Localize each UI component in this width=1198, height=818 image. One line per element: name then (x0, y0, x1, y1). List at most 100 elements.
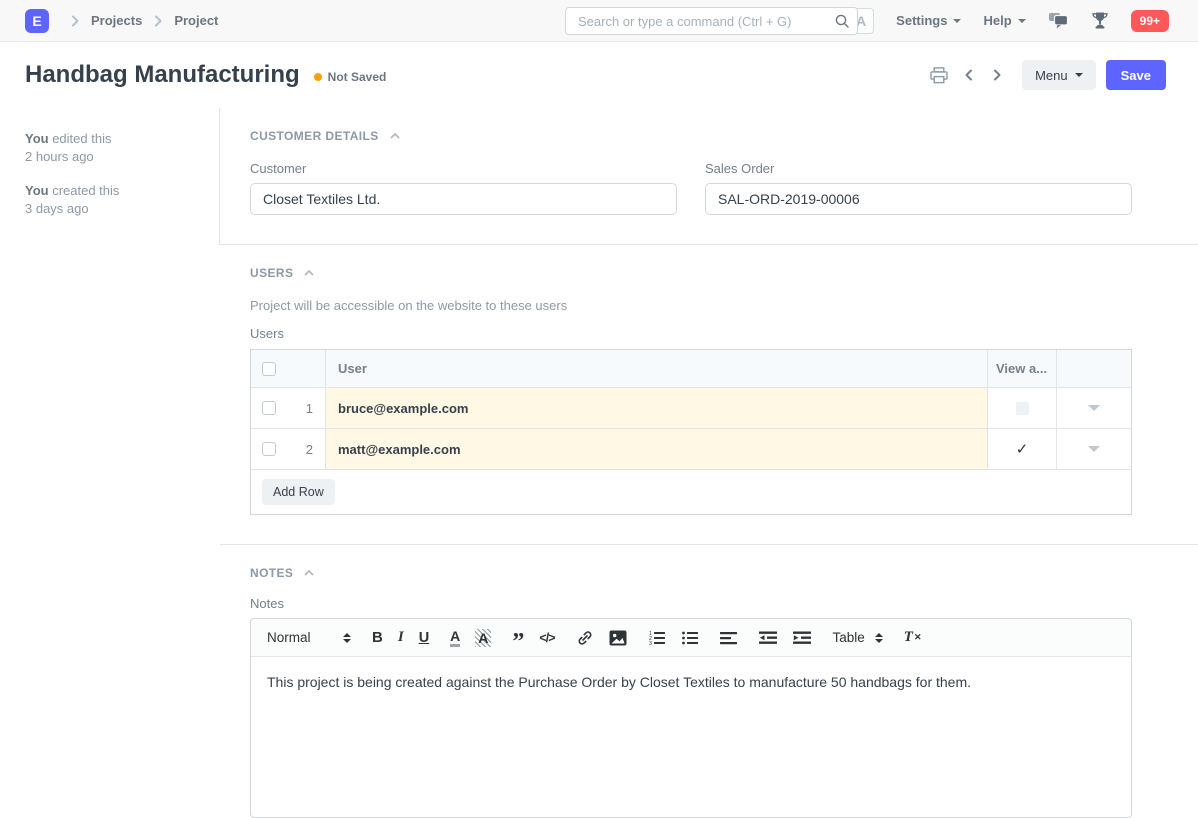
row-dropdown-icon[interactable] (1088, 446, 1100, 452)
align-button[interactable] (720, 631, 738, 645)
sales-order-input[interactable] (705, 183, 1132, 215)
text-color-button[interactable]: A (450, 629, 460, 647)
users-grid-label: Users (250, 326, 1132, 341)
outdent-button[interactable] (759, 631, 778, 645)
svg-text:3: 3 (649, 641, 652, 646)
form-sidebar: You edited this 2 hours ago You created … (0, 108, 220, 818)
search-input[interactable] (565, 7, 858, 35)
next-record-button[interactable] (988, 66, 1006, 84)
menu-button[interactable]: Menu (1022, 60, 1096, 90)
section-customer-details: Customer Details Customer Sales Order (220, 108, 1198, 245)
customer-input[interactable] (250, 183, 677, 215)
row-checkbox[interactable] (262, 401, 276, 415)
row-checkbox[interactable] (262, 442, 276, 456)
select-all-checkbox[interactable] (262, 362, 276, 376)
app-logo[interactable]: E (25, 9, 49, 33)
page-head: Handbag Manufacturing Not Saved Menu (0, 42, 1198, 108)
users-grid-header: User View a... (251, 350, 1131, 388)
indent-icon (793, 631, 812, 645)
column-header-actions (1057, 350, 1131, 387)
section-title: Users (250, 266, 293, 280)
users-grid-footer: Add Row (251, 470, 1131, 514)
edit-log-time: 3 days ago (25, 200, 205, 218)
edit-log-entry: You edited this 2 hours ago (25, 130, 205, 165)
insert-group (576, 629, 627, 647)
ordered-list-button[interactable]: 123 (648, 630, 666, 646)
table-row[interactable]: 2 matt@example.com ✓ (251, 429, 1131, 470)
section-users: Users Project will be accessible on the … (220, 245, 1198, 545)
chevron-right-icon (150, 13, 166, 29)
view-attachments-checkbox[interactable] (1016, 402, 1029, 415)
sort-arrows-icon (343, 633, 351, 643)
field-sales-order: Sales Order (705, 161, 1132, 215)
row-index: 1 (306, 401, 325, 416)
sales-order-field-label: Sales Order (705, 161, 1132, 176)
chevron-down-icon (953, 19, 961, 23)
notes-field-label: Notes (250, 596, 1132, 611)
section-customer-details-header[interactable]: Customer Details (250, 129, 1132, 143)
bold-button[interactable]: B (372, 629, 383, 646)
chat-icon[interactable] (1048, 11, 1069, 30)
list-group: 123 (648, 630, 699, 646)
user-email-cell[interactable]: matt@example.com (326, 429, 988, 469)
print-button[interactable] (928, 65, 950, 86)
edit-log-user: You (25, 131, 49, 146)
view-attachments-checkmark-icon[interactable]: ✓ (1016, 440, 1029, 458)
notes-content[interactable]: This project is being created against th… (251, 657, 1131, 818)
underline-button[interactable]: U (419, 630, 429, 646)
chevron-down-icon (1018, 19, 1026, 23)
italic-button[interactable]: I (398, 629, 404, 646)
page-title: Handbag Manufacturing (25, 61, 300, 89)
user-email-cell[interactable]: bruce@example.com (326, 388, 988, 428)
form-layout: Customer Details Customer Sales Order (220, 108, 1198, 818)
breadcrumb-projects[interactable]: Projects (91, 13, 142, 28)
bullet-list-button[interactable] (681, 630, 699, 646)
users-grid: User View a... 1 bruce@example.com (250, 349, 1132, 515)
trophy-icon[interactable] (1091, 11, 1109, 30)
menu-button-label: Menu (1035, 68, 1068, 83)
row-dropdown-icon[interactable] (1088, 405, 1100, 411)
navbar-right: A Settings Help (848, 8, 1169, 34)
section-title: Notes (250, 566, 293, 580)
highlight-color-button[interactable]: A (475, 629, 491, 647)
section-users-header[interactable]: Users (250, 266, 1132, 280)
notes-editor: Normal B I U A A ” (250, 618, 1132, 818)
chevron-up-icon (303, 567, 315, 579)
page-actions: Menu Save (928, 60, 1166, 90)
link-button[interactable] (576, 629, 594, 647)
save-button[interactable]: Save (1106, 60, 1166, 90)
column-header-view-attachments: View a... (988, 350, 1057, 387)
ordered-list-icon: 123 (648, 630, 666, 646)
settings-label: Settings (896, 13, 947, 28)
settings-menu[interactable]: Settings (896, 13, 961, 28)
remove-format-button[interactable]: T✕ (904, 629, 922, 646)
edit-log-action: edited this (49, 131, 112, 146)
notifications-badge[interactable]: 99+ (1131, 10, 1169, 32)
block-group: ” </> (512, 628, 554, 648)
chevron-right-icon (990, 68, 1004, 82)
image-button[interactable] (609, 630, 627, 646)
prev-record-button[interactable] (960, 66, 978, 84)
app-window: E Projects Project A Settings Hel (0, 0, 1198, 818)
remove-format-t: T (904, 629, 913, 646)
blockquote-button[interactable]: ” (512, 638, 524, 648)
table-row[interactable]: 1 bruce@example.com (251, 388, 1131, 429)
indent-button[interactable] (793, 631, 812, 645)
add-row-button[interactable]: Add Row (262, 479, 335, 505)
bullet-list-icon (681, 630, 699, 646)
paragraph-style-dropdown[interactable]: Normal (267, 630, 351, 645)
table-dropdown[interactable]: Table (833, 630, 883, 645)
row-index: 2 (306, 442, 325, 457)
breadcrumb: Projects Project (59, 13, 218, 29)
align-left-icon (720, 631, 738, 645)
code-button[interactable]: </> (539, 631, 554, 645)
remove-format-x-icon: ✕ (914, 632, 922, 643)
edit-log-time: 2 hours ago (25, 148, 205, 166)
chevron-left-icon (962, 68, 976, 82)
breadcrumb-project[interactable]: Project (174, 13, 218, 28)
global-search (565, 7, 858, 35)
table-dropdown-label: Table (833, 630, 865, 645)
section-notes-header[interactable]: Notes (250, 566, 1132, 580)
chevron-right-icon (67, 13, 83, 29)
help-menu[interactable]: Help (983, 13, 1025, 28)
